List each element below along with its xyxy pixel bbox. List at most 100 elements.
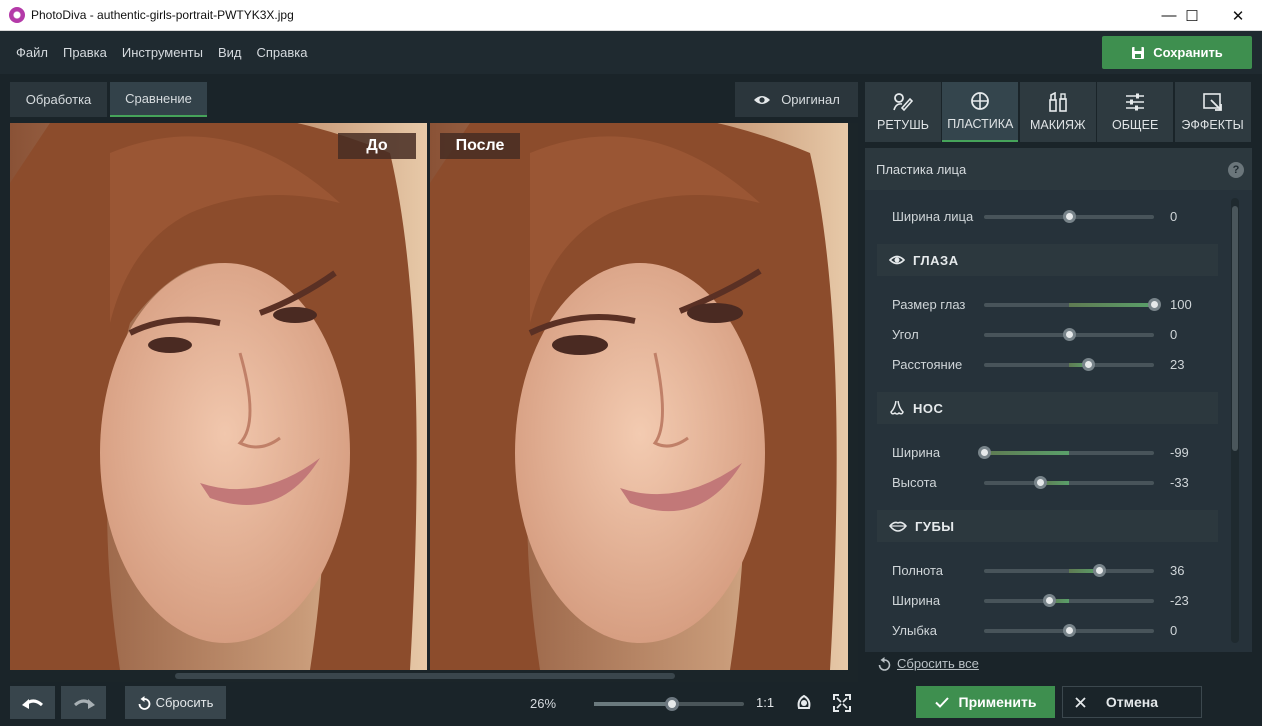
slider-track[interactable] (984, 624, 1154, 637)
panel-scroll-thumb[interactable] (1232, 206, 1238, 451)
save-button[interactable]: Сохранить (1102, 36, 1252, 69)
reset-icon (138, 695, 150, 710)
section-eyes[interactable]: ГЛАЗА (877, 244, 1218, 276)
slider-knob[interactable] (1082, 358, 1096, 371)
redo-button[interactable] (61, 686, 106, 719)
menu-tools[interactable]: Инструменты (116, 45, 209, 60)
slider-track[interactable] (984, 594, 1154, 607)
title-bar: PhotoDiva - authentic-girls-portrait-PWT… (0, 0, 1262, 31)
section-nose[interactable]: НОС (877, 392, 1218, 424)
slider-track[interactable] (984, 476, 1154, 489)
panel-scrollbar[interactable] (1231, 198, 1239, 643)
reset-button-label: Сбросить (155, 695, 214, 710)
original-button[interactable]: Оригинал (735, 82, 858, 117)
slider-value: 36 (1170, 563, 1185, 578)
cancel-button[interactable]: Отмена (1062, 686, 1202, 718)
apply-button[interactable]: Применить (916, 686, 1055, 718)
slider-lips-fullness[interactable]: Полнота 36 (865, 555, 1230, 585)
slider-value: -23 (1170, 593, 1189, 608)
slider-track[interactable] (984, 210, 1154, 223)
face-plastic-icon (971, 92, 990, 110)
nose-icon (890, 400, 904, 415)
zoom-slider-knob[interactable] (665, 697, 679, 711)
lips-icon (889, 521, 907, 532)
apply-button-label: Применить (958, 694, 1037, 710)
portrait-before-image (10, 123, 427, 670)
tab-plastic[interactable]: ПЛАСТИКА (942, 82, 1019, 142)
menu-view[interactable]: Вид (212, 45, 248, 60)
canvas-horizontal-scrollbar[interactable] (10, 670, 858, 682)
slider-value: 0 (1170, 623, 1178, 638)
undo-button[interactable] (10, 686, 55, 719)
reset-all-label: Сбросить все (897, 656, 979, 671)
slider-label: Высота (892, 475, 937, 490)
eye-icon (754, 95, 771, 104)
reset-button[interactable]: Сбросить (125, 686, 226, 719)
slider-track[interactable] (984, 298, 1161, 311)
section-nose-title: НОС (913, 400, 944, 416)
slider-eye-size[interactable]: Размер глаз 100 (865, 289, 1230, 319)
section-lips[interactable]: ГУБЫ (877, 510, 1218, 542)
slider-knob[interactable] (1147, 298, 1161, 311)
slider-knob[interactable] (1093, 564, 1107, 577)
slider-track[interactable] (984, 564, 1154, 577)
makeup-icon (1048, 92, 1067, 112)
app-logo-icon (9, 7, 25, 23)
menu-bar: Файл Правка Инструменты Вид Справка (0, 31, 1262, 74)
slider-eye-angle[interactable]: Угол 0 (865, 319, 1230, 349)
fit-screen-icon[interactable] (833, 694, 851, 712)
before-label: До (338, 133, 416, 159)
tab-effects-label: ЭФФЕКТЫ (1181, 118, 1244, 132)
tab-effects[interactable]: ЭФФЕКТЫ (1174, 82, 1251, 142)
tab-makeup[interactable]: МАКИЯЖ (1019, 82, 1096, 142)
slider-knob[interactable] (978, 446, 992, 459)
actual-size-button[interactable]: 1:1 (756, 695, 774, 710)
slider-lips-smile[interactable]: Улыбка 0 (865, 615, 1230, 645)
tab-general[interactable]: ОБЩЕЕ (1097, 82, 1174, 142)
slider-track[interactable] (978, 446, 1154, 459)
before-photo[interactable]: До (10, 123, 427, 670)
tab-retouch-label: РЕТУШЬ (876, 118, 929, 132)
slider-value: -33 (1170, 475, 1189, 490)
slider-knob[interactable] (1062, 624, 1076, 637)
slider-nose-width[interactable]: Ширина -99 (865, 437, 1230, 467)
tool-tabs: РЕТУШЬ ПЛАСТИКА МАКИЯЖ ОБЩЕЕ ЭФФЕКТЫ (865, 82, 1252, 142)
slider-label: Расстояние (892, 357, 963, 372)
tab-processing[interactable]: Обработка (10, 82, 107, 117)
reset-icon (878, 656, 891, 671)
canvas-vertical-scrollbar[interactable] (848, 123, 858, 670)
slider-label: Полнота (892, 563, 944, 578)
slider-knob[interactable] (1034, 476, 1048, 489)
undo-icon (21, 698, 43, 709)
face-detect-icon[interactable] (795, 694, 813, 712)
slider-track[interactable] (984, 328, 1154, 341)
menu-help[interactable]: Справка (250, 45, 313, 60)
zoom-slider[interactable] (594, 697, 744, 711)
menu-edit[interactable]: Правка (57, 45, 113, 60)
slider-value: -99 (1170, 445, 1189, 460)
zoom-percent: 26% (530, 696, 557, 711)
zoom-slider-fill (594, 702, 672, 706)
menu-file[interactable]: Файл (10, 45, 54, 60)
slider-face-width[interactable]: Ширина лица 0 (865, 201, 1230, 231)
slider-value: 23 (1170, 357, 1185, 372)
slider-label: Улыбка (892, 623, 937, 638)
slider-knob[interactable] (1062, 328, 1076, 341)
tab-retouch[interactable]: РЕТУШЬ (865, 82, 941, 142)
slider-lips-width[interactable]: Ширина -23 (865, 585, 1230, 615)
tab-comparison[interactable]: Сравнение (110, 82, 207, 117)
slider-nose-height[interactable]: Высота -33 (865, 467, 1230, 497)
reset-all-link[interactable]: Сбросить все (878, 656, 979, 671)
slider-knob[interactable] (1062, 210, 1076, 223)
slider-track[interactable] (984, 358, 1154, 371)
canvas-scroll-thumb[interactable] (175, 673, 675, 679)
eye-icon (889, 255, 905, 265)
section-lips-title: ГУБЫ (915, 518, 955, 534)
after-photo[interactable]: После (430, 123, 848, 670)
maximize-button[interactable]: ☐ (1169, 0, 1215, 31)
close-window-button[interactable]: ✕ (1215, 0, 1261, 31)
help-icon[interactable]: ? (1228, 162, 1244, 178)
slider-eye-distance[interactable]: Расстояние 23 (865, 349, 1230, 379)
slider-knob[interactable] (1042, 594, 1056, 607)
window-title: PhotoDiva - authentic-girls-portrait-PWT… (31, 8, 294, 22)
